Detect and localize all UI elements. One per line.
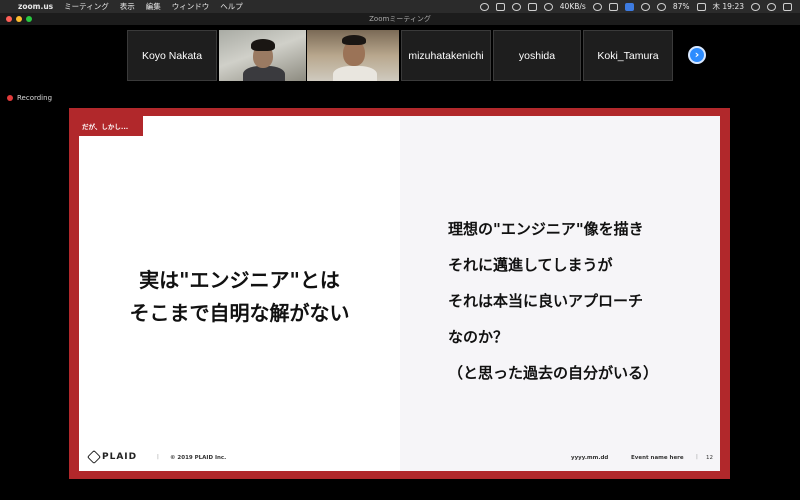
recording-dot-icon xyxy=(7,95,13,101)
battery-percent: 87% xyxy=(672,2,690,11)
network-speed: 40KB/s xyxy=(559,2,586,11)
right-line: 理想の"エンジニア"像を描き xyxy=(448,220,644,238)
chevron-right-icon: › xyxy=(694,48,700,61)
footer-separator: | xyxy=(157,454,159,460)
slide-main-statement: 実は"エンジニア"とは そこまで自明な解がない xyxy=(79,264,400,330)
main-line: 実は"エンジニア"とは xyxy=(139,268,340,292)
window-title-bar: Zoomミーティング xyxy=(0,13,800,25)
recording-label: Recording xyxy=(17,94,53,102)
menu-item-meeting[interactable]: ミーティング xyxy=(64,1,109,12)
minimize-window-button[interactable] xyxy=(16,16,22,22)
slide-section-tag: だが、しかし... xyxy=(79,116,143,136)
slide-footer: PLAID | © 2019 PLAID Inc. yyyy.mm.dd Eve… xyxy=(79,449,720,466)
right-line: （と思った過去の自分がいる） xyxy=(448,364,659,382)
shield-icon[interactable] xyxy=(511,2,521,11)
next-page-button[interactable]: › xyxy=(688,46,706,64)
footer-date: yyyy.mm.dd xyxy=(571,455,609,461)
participant-video-tile[interactable] xyxy=(219,30,306,81)
recording-indicator: Recording xyxy=(7,94,52,102)
airplay-icon[interactable] xyxy=(608,2,618,11)
menu-bar: zoom.us ミーティング 表示 編集 ウィンドウ ヘルプ 40KB/s 87… xyxy=(0,0,800,13)
menu-app-name[interactable]: zoom.us xyxy=(18,2,53,11)
input-method-icon[interactable] xyxy=(624,2,634,11)
person-shirt xyxy=(243,66,285,81)
bluetooth-icon[interactable] xyxy=(640,2,650,11)
participant-name: Koki_Tamura xyxy=(597,49,659,62)
plaid-logo: PLAID xyxy=(86,449,138,465)
zoom-status-icon[interactable] xyxy=(479,2,489,11)
battery-icon[interactable] xyxy=(696,2,706,11)
menu-item-window[interactable]: ウィンドウ xyxy=(172,1,210,12)
participant-tile[interactable]: Koyo Nakata xyxy=(127,30,217,81)
participant-video-tile[interactable] xyxy=(307,30,399,81)
participant-strip: Koyo Nakata mizuhatakenichi yoshida Koki… xyxy=(0,30,800,81)
participant-name: mizuhatakenichi xyxy=(408,49,484,62)
participant-tile[interactable]: yoshida xyxy=(493,30,581,81)
menu-item-help[interactable]: ヘルプ xyxy=(220,1,243,12)
footer-copyright: © 2019 PLAID Inc. xyxy=(170,455,227,461)
right-line: それに邁進してしまうが xyxy=(448,256,613,274)
slide-canvas: だが、しかし... 実は"エンジニア"とは そこまで自明な解がない 理想の"エン… xyxy=(79,116,720,471)
menu-item-view[interactable]: 表示 xyxy=(120,1,135,12)
footer-separator: | xyxy=(696,454,698,460)
menu-item-edit[interactable]: 編集 xyxy=(146,1,161,12)
slide-right-statement: 理想の"エンジニア"像を描き それに邁進してしまうが それは本当に良いアプローチ… xyxy=(448,211,720,391)
wifi-icon[interactable] xyxy=(656,2,666,11)
participant-name: yoshida xyxy=(518,49,556,62)
glasses-icon[interactable] xyxy=(592,2,602,11)
person-hair xyxy=(251,39,275,51)
docker-icon[interactable] xyxy=(527,2,537,11)
window-title: Zoomミーティング xyxy=(369,15,431,23)
shared-screen-slide: だが、しかし... 実は"エンジニア"とは そこまで自明な解がない 理想の"エン… xyxy=(69,108,730,479)
participant-tile[interactable]: mizuhatakenichi xyxy=(401,30,491,81)
plaid-logo-mark-icon xyxy=(86,449,102,465)
user-icon[interactable] xyxy=(767,2,776,11)
right-line: なのか？ xyxy=(448,328,509,346)
sync-icon[interactable] xyxy=(543,2,553,11)
person-hair xyxy=(342,35,366,45)
footer-event-name: Event name here xyxy=(631,455,684,461)
footer-page-number: 12 xyxy=(706,455,713,461)
close-window-button[interactable] xyxy=(6,16,12,22)
search-icon[interactable] xyxy=(751,2,760,11)
right-line: それは本当に良いアプローチ xyxy=(448,292,644,310)
main-line: そこまで自明な解がない xyxy=(129,301,350,325)
window-controls xyxy=(6,16,32,22)
clock[interactable]: 木 19:23 xyxy=(713,1,745,12)
person-shirt xyxy=(333,66,377,81)
notification-center-icon[interactable] xyxy=(783,2,792,11)
participant-name: Koyo Nakata xyxy=(141,49,203,62)
participant-tile[interactable]: Koki_Tamura xyxy=(583,30,673,81)
status-area: 40KB/s 87% 木 19:23 xyxy=(479,1,792,12)
fullscreen-window-button[interactable] xyxy=(26,16,32,22)
plaid-logo-text: PLAID xyxy=(102,452,138,462)
screen-share-icon[interactable] xyxy=(495,2,505,11)
